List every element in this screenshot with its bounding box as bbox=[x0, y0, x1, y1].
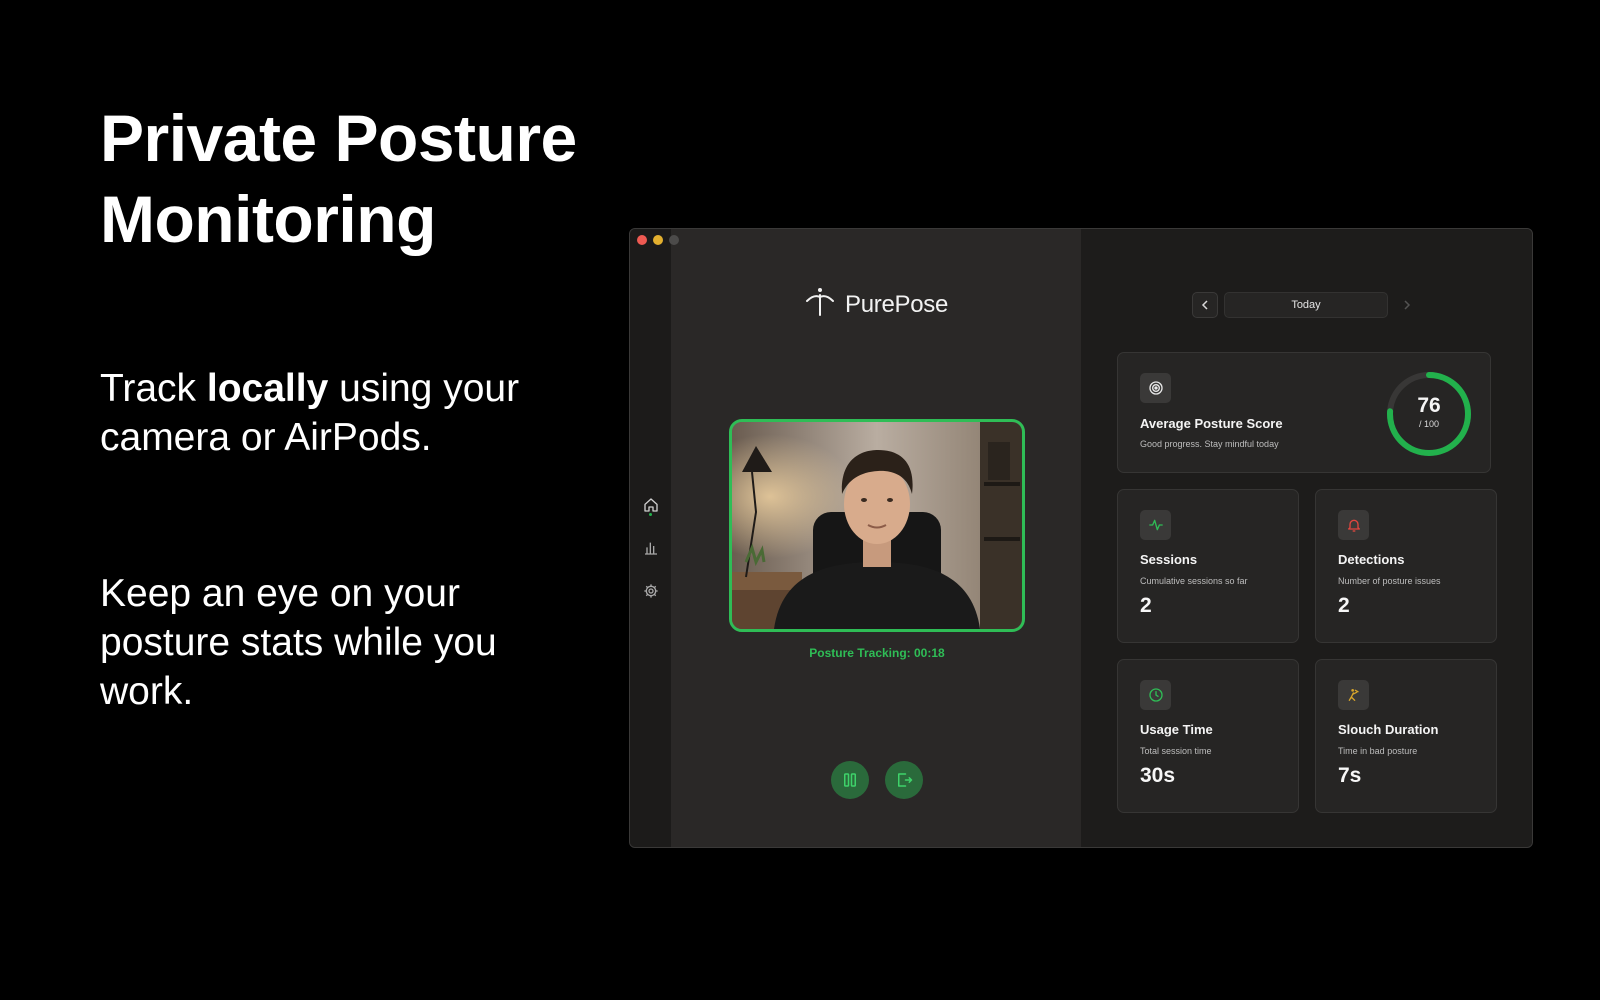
usage-subtitle: Total session time bbox=[1140, 746, 1212, 756]
camera-feed-image bbox=[732, 422, 1022, 629]
minimize-window-button[interactable] bbox=[653, 235, 663, 245]
chevron-left-icon bbox=[1201, 300, 1208, 310]
score-max: / 100 bbox=[1418, 419, 1440, 429]
gear-icon bbox=[643, 584, 658, 598]
app-window: PurePose Posture Tracking: 00:18 Today A… bbox=[629, 228, 1533, 848]
app-name: PurePose bbox=[845, 290, 948, 318]
slouch-subtitle: Time in bad posture bbox=[1338, 746, 1418, 756]
slouch-icon-box bbox=[1338, 680, 1369, 710]
score-icon-box bbox=[1140, 373, 1171, 403]
usage-value: 30s bbox=[1140, 764, 1176, 787]
usage-icon-box bbox=[1140, 680, 1171, 710]
camera-copy: Track locally using your camera or AirPo… bbox=[100, 367, 520, 459]
date-label: Today bbox=[1224, 292, 1388, 318]
score-value: 76 bbox=[1417, 394, 1441, 417]
chevron-right-icon bbox=[1404, 300, 1411, 310]
active-indicator bbox=[649, 513, 652, 516]
slouch-duration-card: Slouch Duration Time in bad posture 7s bbox=[1315, 659, 1497, 813]
purepose-logo-icon bbox=[803, 285, 837, 324]
slouch-value: 7s bbox=[1338, 764, 1362, 787]
date-navigator: Today bbox=[1192, 292, 1420, 318]
previous-day-button[interactable] bbox=[1192, 292, 1218, 318]
exit-session-button[interactable] bbox=[885, 761, 923, 799]
stats-pane: Today Average Posture Score Good progres… bbox=[1081, 229, 1532, 847]
pause-icon bbox=[844, 773, 856, 787]
camera-preview bbox=[729, 419, 1025, 632]
headline: Private Posture Monitoring bbox=[100, 101, 577, 256]
average-posture-score-card: Average Posture Score Good progress. Sta… bbox=[1117, 352, 1491, 473]
detections-subtitle: Number of posture issues bbox=[1338, 576, 1441, 586]
detections-title: Detections bbox=[1338, 552, 1405, 567]
stats-copy: Keep an eye on your posture stats while … bbox=[100, 572, 497, 713]
sidebar-item-settings[interactable] bbox=[630, 577, 671, 605]
bar-chart-icon bbox=[644, 542, 657, 555]
usage-time-card: Usage Time Total session time 30s bbox=[1117, 659, 1299, 813]
app-logo: PurePose bbox=[803, 285, 948, 324]
clock-icon bbox=[1148, 688, 1163, 702]
tracking-pane: PurePose Posture Tracking: 00:18 bbox=[671, 229, 1081, 847]
sessions-subtitle: Cumulative sessions so far bbox=[1140, 576, 1248, 586]
score-title: Average Posture Score bbox=[1140, 416, 1283, 431]
usage-title: Usage Time bbox=[1140, 722, 1213, 737]
zoom-window-button[interactable] bbox=[669, 235, 679, 245]
sidebar-item-stats[interactable] bbox=[630, 534, 671, 562]
score-subtitle: Good progress. Stay mindful today bbox=[1140, 439, 1279, 449]
sessions-card: Sessions Cumulative sessions so far 2 bbox=[1117, 489, 1299, 643]
slouch-icon bbox=[1348, 689, 1359, 701]
sessions-value: 2 bbox=[1140, 594, 1152, 617]
window-controls bbox=[637, 235, 679, 245]
sidebar bbox=[630, 229, 671, 847]
detections-value: 2 bbox=[1338, 594, 1350, 617]
score-ring: 76 / 100 bbox=[1384, 369, 1474, 459]
activity-icon bbox=[1148, 519, 1163, 531]
tracking-status: Posture Tracking: 00:18 bbox=[809, 646, 945, 660]
target-icon bbox=[1148, 381, 1163, 395]
sessions-icon-box bbox=[1140, 510, 1171, 540]
pause-button[interactable] bbox=[831, 761, 869, 799]
home-icon bbox=[643, 498, 658, 512]
slouch-title: Slouch Duration bbox=[1338, 722, 1439, 737]
exit-icon bbox=[898, 773, 913, 787]
detections-card: Detections Number of posture issues 2 bbox=[1315, 489, 1497, 643]
close-window-button[interactable] bbox=[637, 235, 647, 245]
detections-icon-box bbox=[1338, 510, 1369, 540]
bell-icon bbox=[1347, 519, 1360, 532]
next-day-button[interactable] bbox=[1394, 292, 1420, 318]
sessions-title: Sessions bbox=[1140, 552, 1198, 567]
